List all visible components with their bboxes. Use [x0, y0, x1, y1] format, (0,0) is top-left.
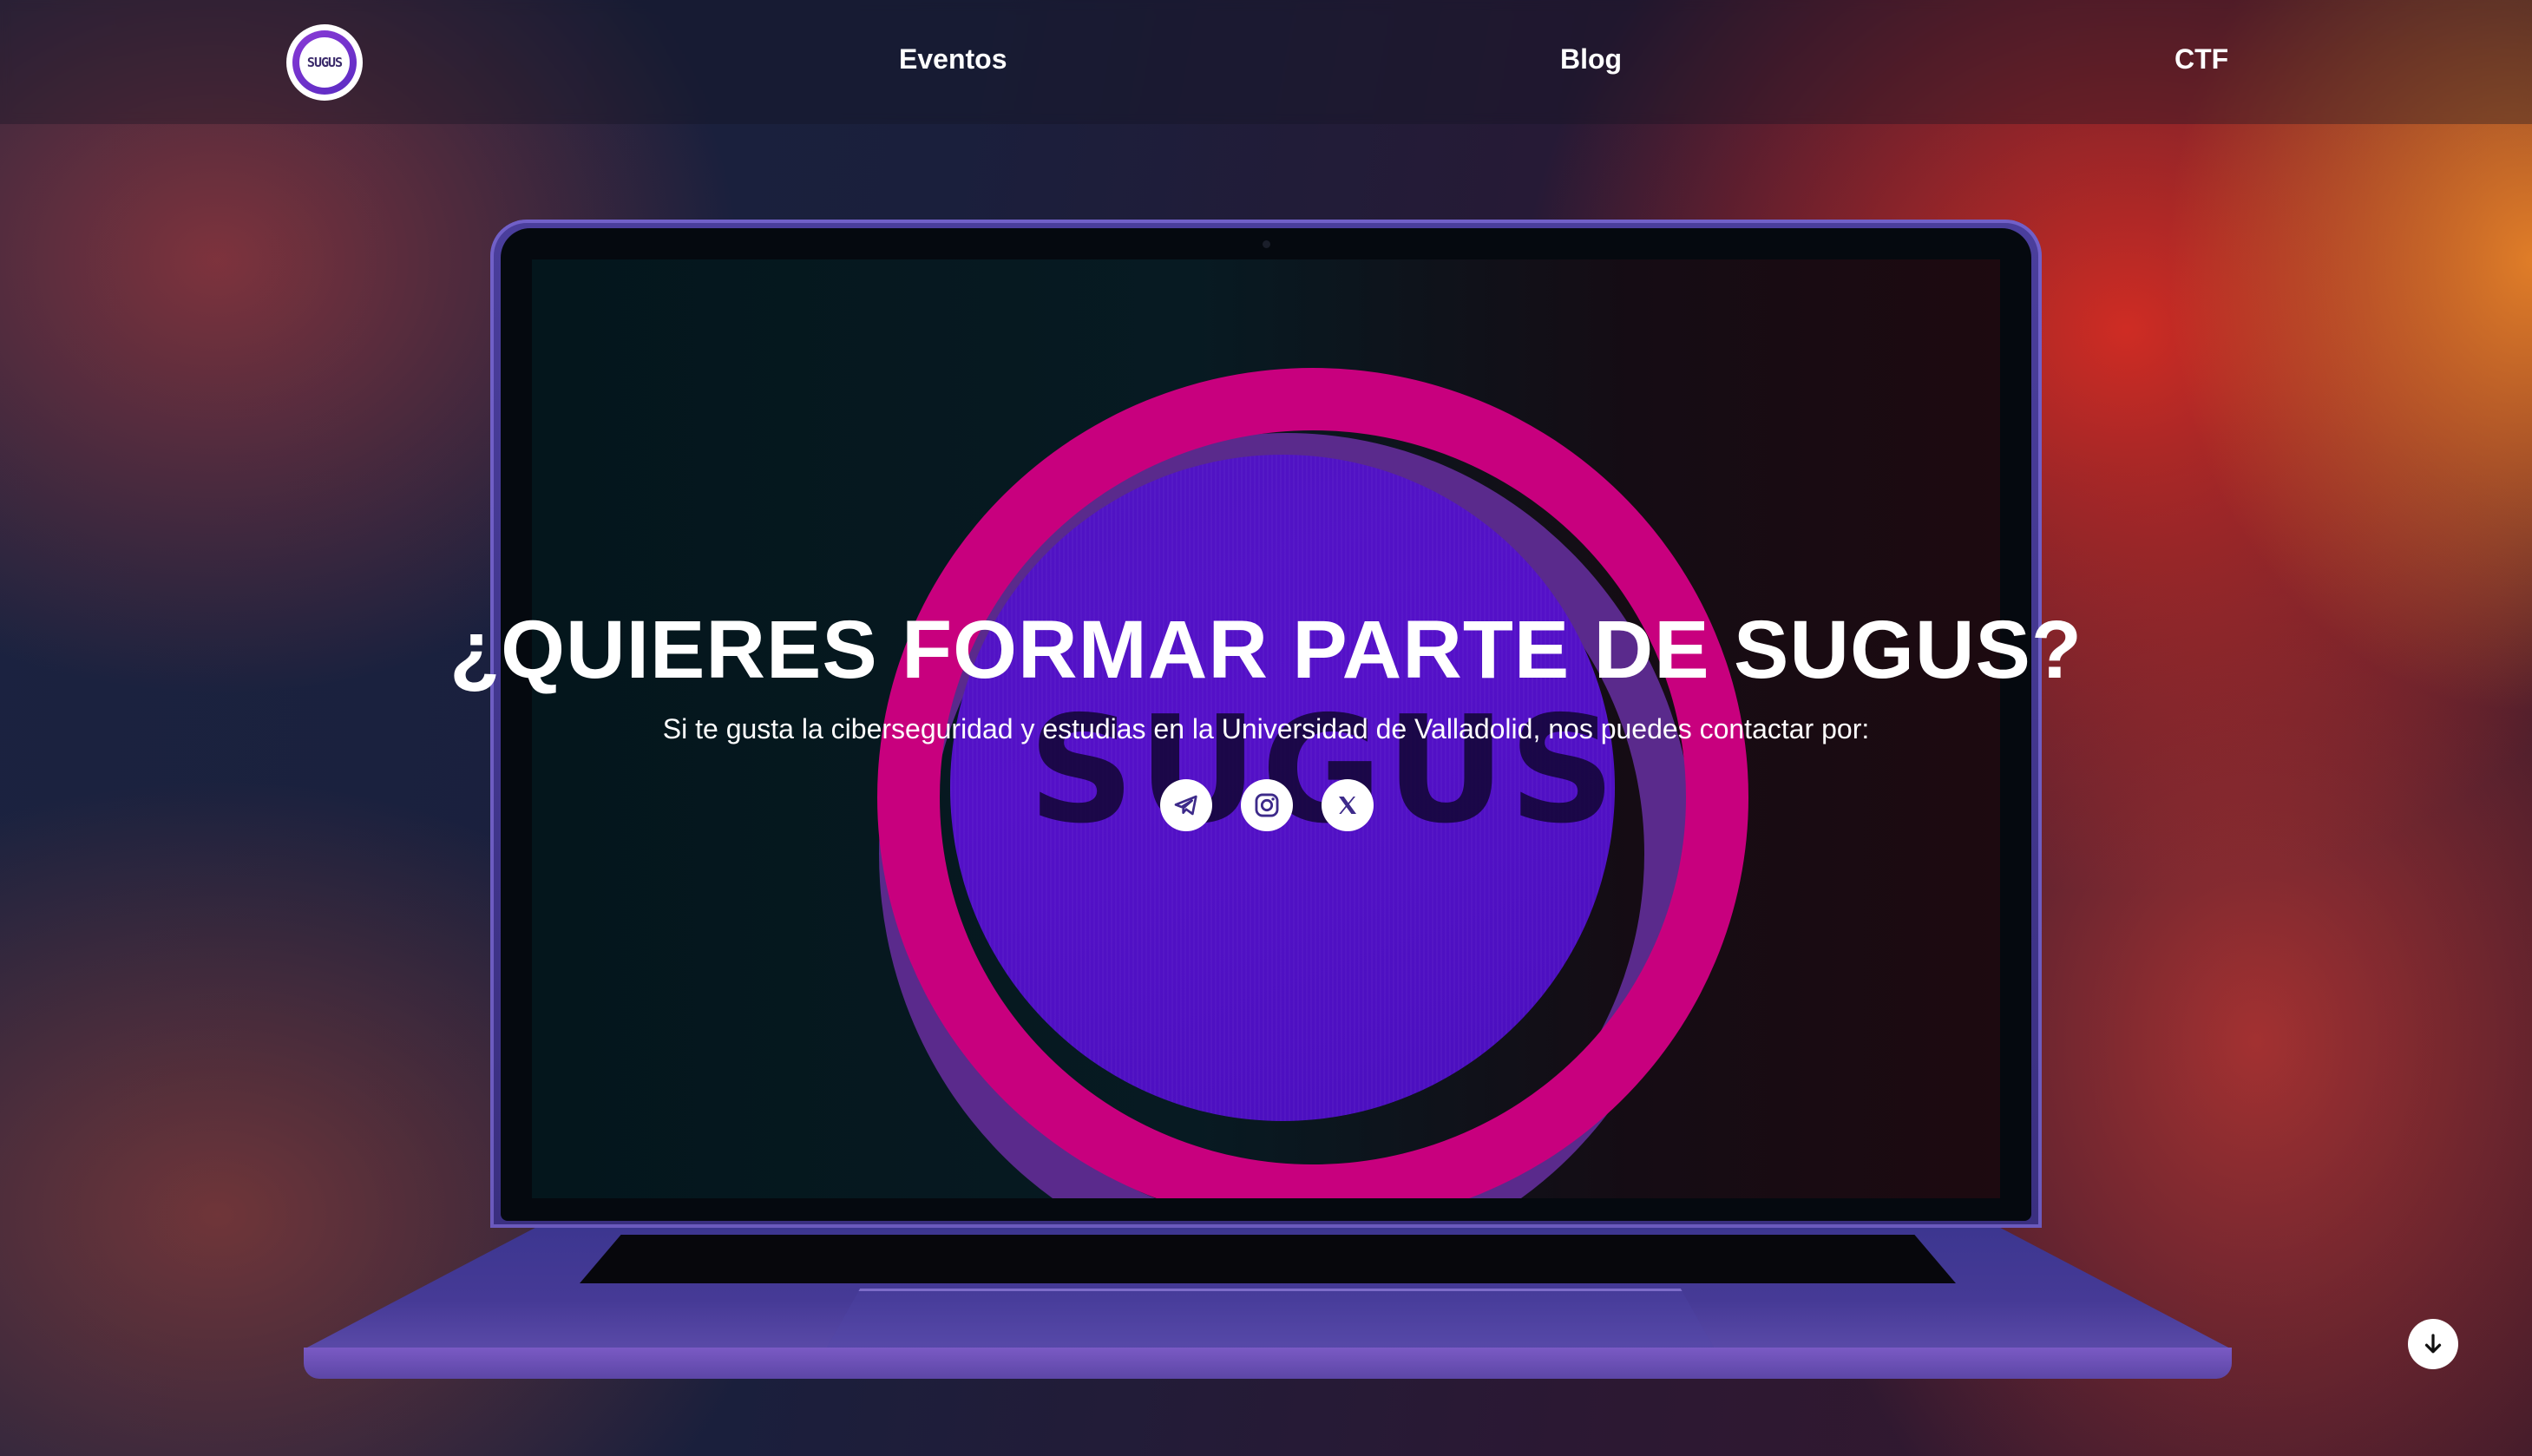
hero-subtitle: Si te gusta la ciberseguridad y estudias…	[662, 713, 1870, 744]
nav-link-blog[interactable]: Blog	[1560, 43, 1622, 75]
nav-link-eventos[interactable]: Eventos	[899, 43, 1007, 75]
laptop-trackpad	[824, 1289, 1716, 1352]
telegram-icon[interactable]	[1160, 779, 1212, 831]
social-links	[1160, 779, 1374, 831]
hero-title: ¿QUIERES FORMAR PARTE DE SUGUS?	[449, 604, 2083, 696]
instagram-icon[interactable]	[1241, 779, 1293, 831]
laptop-base	[304, 1228, 2232, 1384]
x-icon[interactable]	[1322, 779, 1374, 831]
laptop-base-edge	[304, 1348, 2232, 1379]
top-nav: SUGUS Eventos Blog CTF	[0, 0, 2532, 124]
page: SUGUS SUGUS Eventos Blog CTF ¿QUIERES FO…	[0, 0, 2532, 1456]
logo-core: SUGUS	[299, 37, 350, 88]
camera-dot	[1263, 240, 1270, 248]
nav-link-ctf[interactable]: CTF	[2175, 43, 2228, 75]
arrow-down-icon	[2424, 1334, 2442, 1354]
sugus-logo-icon[interactable]: SUGUS	[286, 24, 363, 101]
logo-text: SUGUS	[306, 55, 343, 70]
scroll-down-button[interactable]	[2408, 1319, 2458, 1369]
logo-ring: SUGUS	[292, 30, 357, 95]
laptop-keyboard	[580, 1235, 1956, 1283]
